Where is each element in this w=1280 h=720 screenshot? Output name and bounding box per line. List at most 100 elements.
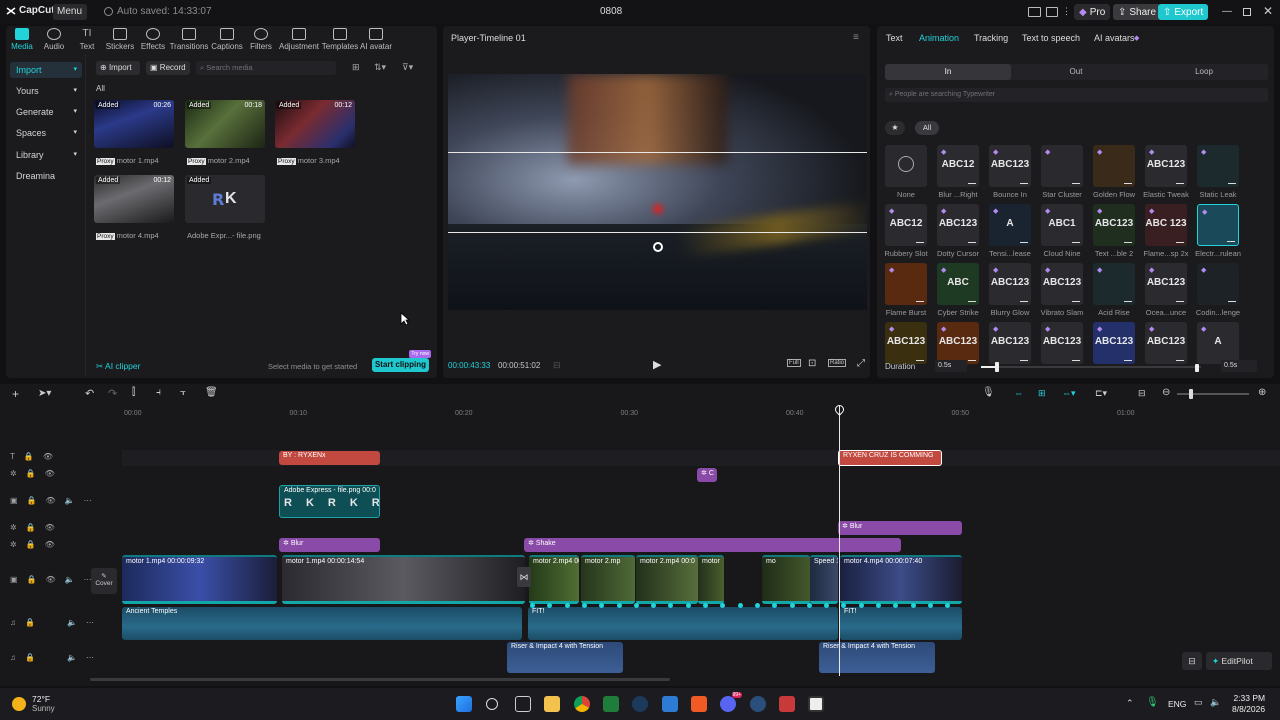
animation-preset[interactable]: ABC12 ◆ [885,204,927,246]
filter-icon[interactable]: ⊽▾ [402,62,413,73]
animation-preset[interactable]: A ◆ [1197,322,1239,364]
download-icon[interactable] [916,294,924,302]
subtab-out[interactable]: Out [1013,64,1139,80]
animation-preset[interactable]: ◆ [1041,145,1083,187]
animation-preset[interactable]: ABC123 ◆ [1041,263,1083,305]
close-icon[interactable]: ✕ [1263,4,1273,18]
sidebar-item-generate[interactable]: Generate ▾ [10,104,82,120]
sidebar-item-spaces[interactable]: Spaces ▾ [10,125,82,141]
media-thumbnail[interactable]: Added 00:12 [94,175,174,223]
animation-preset[interactable]: ABC123 ◆ [937,322,979,364]
export-button[interactable]: ⇧ Export [1158,4,1209,20]
subtab-in[interactable]: In [885,64,1011,80]
tab-transitions[interactable]: Transitions [170,28,208,51]
download-icon[interactable] [968,176,976,184]
download-icon[interactable] [1124,294,1132,302]
download-icon[interactable] [1020,353,1028,361]
download-icon[interactable] [1228,176,1236,184]
download-icon[interactable] [1072,294,1080,302]
filter-all-label[interactable]: All [96,84,105,93]
slider-handle-left[interactable] [995,362,999,372]
brave-icon[interactable] [691,696,707,712]
network-icon[interactable]: ▭ [1194,697,1203,708]
animation-preset[interactable]: ABC123 ◆ [1145,322,1187,364]
download-icon[interactable] [1176,176,1184,184]
full-button[interactable]: Full [787,359,801,367]
view-toggle-icon[interactable]: ⊞ [352,62,360,73]
chrome-icon[interactable] [574,696,590,712]
search-input[interactable]: ⌕ Search media [196,61,336,75]
sidebar-item-library[interactable]: Library ▾ [10,147,82,163]
share-button[interactable]: ⇪ Share [1113,4,1162,20]
download-icon[interactable] [1020,176,1028,184]
steam-icon[interactable] [632,696,648,712]
media-thumbnail[interactable]: Added 00:18 [185,100,265,148]
media-thumbnail[interactable]: Added 00:12 [275,100,355,148]
animation-preset[interactable]: ABC123 ◆ [1093,322,1135,364]
pro-button[interactable]: ◆ Pro [1074,4,1111,20]
animation-preset[interactable]: ◆ [1197,145,1239,187]
search-icon[interactable] [486,698,498,710]
animation-preset[interactable] [885,145,927,187]
app-red-icon[interactable] [779,696,795,712]
download-icon[interactable] [1072,235,1080,243]
animation-preset[interactable]: ABC 123 ◆ [1145,204,1187,246]
anim-search-input[interactable]: ⌕ People are searching Typewriter [885,88,1268,102]
animation-preset[interactable]: ABC123 ◆ [937,204,979,246]
minimize-icon[interactable]: — [1222,6,1232,17]
download-icon[interactable] [1020,235,1028,243]
tab-adjustment[interactable]: Adjustment [279,28,319,51]
tab-effects[interactable]: Effects [134,28,172,51]
horizontal-scrollbar[interactable] [90,678,670,681]
tab-text-to-speech[interactable]: Text to speech [1022,33,1080,43]
download-icon[interactable] [968,294,976,302]
sfx-clip[interactable]: Riser & Impact 4 with Tension [819,642,935,673]
animation-preset[interactable]: ABC1 ◆ [1041,204,1083,246]
sidebar-item-yours[interactable]: Yours ▾ [10,83,82,99]
weather-widget[interactable]: 72°F Sunny [12,694,55,713]
download-icon[interactable] [1020,294,1028,302]
start-windows-icon[interactable] [456,696,472,712]
download-icon[interactable] [1176,235,1184,243]
animation-preset[interactable]: ABC12 ◆ [937,145,979,187]
settings-icon[interactable]: ⋮ [1062,6,1071,18]
crop-icon[interactable]: ⊡ [808,358,816,369]
play-icon[interactable]: ▶ [653,358,661,371]
playhead[interactable] [839,406,840,676]
ratio-button[interactable]: Ratio [828,359,847,367]
tab-tracking[interactable]: Tracking [974,33,1008,43]
task-view-icon[interactable] [515,696,531,712]
download-icon[interactable] [1228,294,1236,302]
tab-templates[interactable]: Templates [321,28,359,51]
tab-animation[interactable]: Animation [919,33,959,43]
fullscreen-icon[interactable]: ⤢ [857,358,865,369]
steam-2-icon[interactable] [750,696,766,712]
sidebar-item-import[interactable]: Import ▾ [10,62,82,78]
download-icon[interactable] [1124,235,1132,243]
duration-input-2[interactable]: 0.5s [1221,360,1257,372]
animation-preset[interactable]: ABC123 ◆ [989,263,1031,305]
animation-preset[interactable]: ◆ [1197,263,1239,305]
tab-ai-avatars[interactable]: AI avatars [1094,33,1135,43]
app-icon[interactable] [603,696,619,712]
rotate-handle-icon[interactable] [653,242,663,252]
caption-toggle-icon[interactable]: ⊟ [1182,652,1202,670]
download-icon[interactable] [968,235,976,243]
media-thumbnail[interactable]: Added R K [185,175,265,223]
download-icon[interactable] [1124,176,1132,184]
animation-preset[interactable]: ABC123 ◆ [989,145,1031,187]
import-button[interactable]: ⊕ Import [96,61,140,75]
tab-ai-avatar[interactable]: AI avatar [357,28,395,51]
animation-preset[interactable]: ABC123 ◆ [885,322,927,364]
discord-icon[interactable]: 99+ [720,692,742,712]
download-icon[interactable] [1176,353,1184,361]
start-clipping-button[interactable]: Start clipping Try now [372,350,431,372]
animation-preset[interactable]: ◆ [1093,263,1135,305]
anim-filter-all[interactable]: All [915,121,939,135]
language-indicator[interactable]: ENG [1168,699,1186,709]
hamburger-icon[interactable]: ≡ [853,32,859,43]
duration-input[interactable]: 0.5s [935,360,967,372]
animation-preset[interactable]: ABC123 ◆ [1145,145,1187,187]
store-icon[interactable] [662,696,678,712]
download-icon[interactable] [1227,234,1235,242]
